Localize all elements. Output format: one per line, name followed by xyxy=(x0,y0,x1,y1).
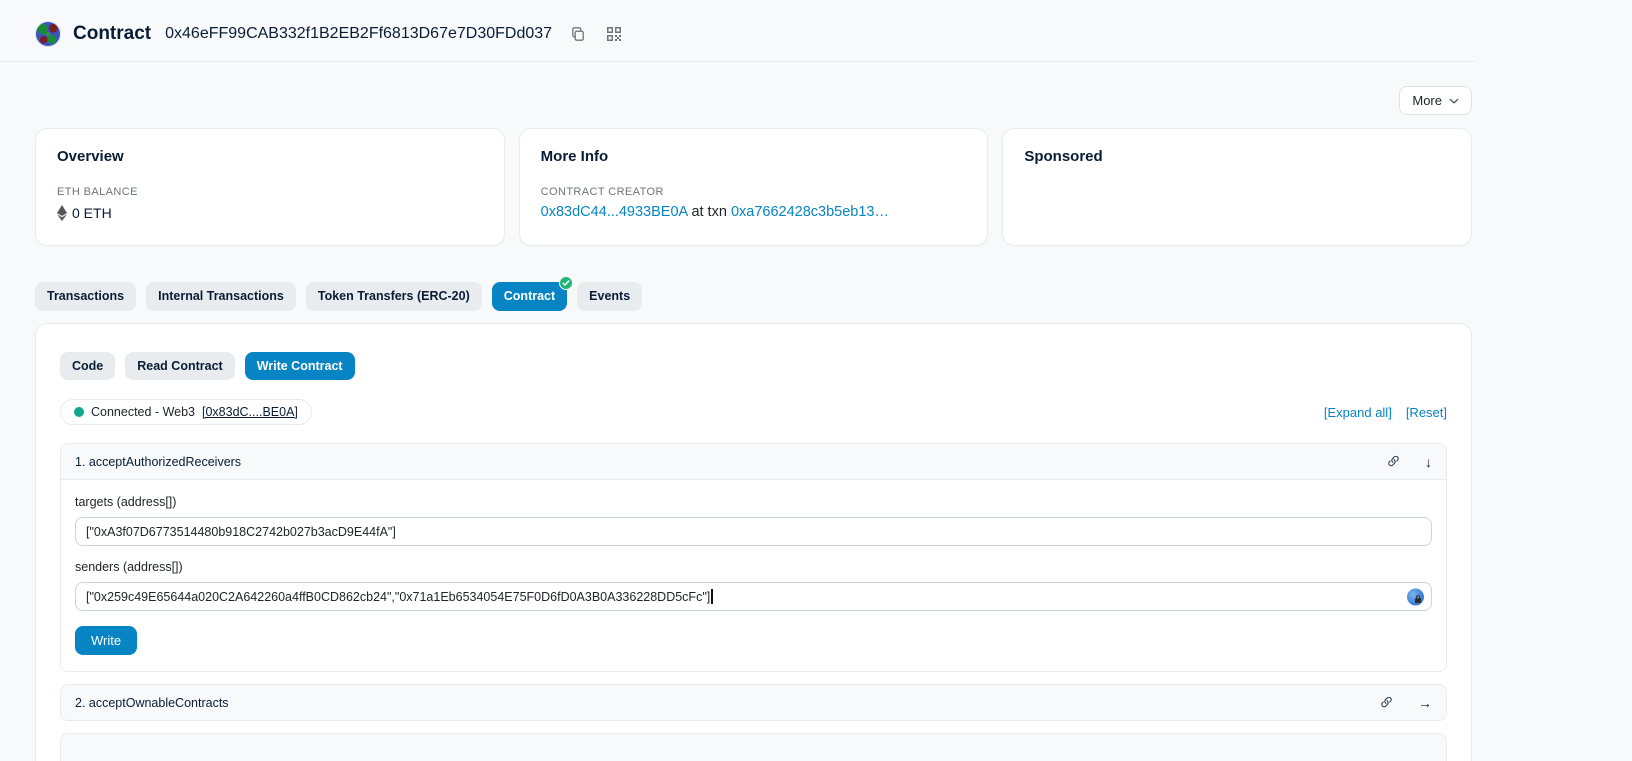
collapse-arrow-icon: ↓ xyxy=(1425,455,1432,469)
subtab-code[interactable]: Code xyxy=(60,352,115,381)
creation-txn-link[interactable]: 0xa7662428c3b5eb13… xyxy=(731,204,889,220)
subtab-write-contract[interactable]: Write Contract xyxy=(245,352,355,381)
contract-creator-label: CONTRACT CREATOR xyxy=(541,186,967,198)
senders-input[interactable]: ["0x259c49E65644a020C2A642260a4ffB0CD862… xyxy=(75,582,1432,611)
connection-row: Connected - Web3 [0x83dC....BE0A] [Expan… xyxy=(60,399,1447,425)
subtab-read-contract[interactable]: Read Contract xyxy=(125,352,234,381)
contract-subtabs: Code Read Contract Write Contract xyxy=(60,352,1447,381)
tab-token-transfers[interactable]: Token Transfers (ERC-20) xyxy=(306,282,482,311)
main-tabs: Transactions Internal Transactions Token… xyxy=(35,282,1472,311)
toolbar-row: More xyxy=(35,86,1472,115)
function-1-header[interactable]: 1. acceptAuthorizedReceivers ↓ xyxy=(61,444,1446,480)
permalink-icon[interactable] xyxy=(1386,454,1401,469)
tab-transactions[interactable]: Transactions xyxy=(35,282,136,311)
function-accordion-2: 2. acceptOwnableContracts → xyxy=(60,684,1447,721)
connection-status-text: Connected - Web3 xyxy=(91,405,195,419)
tab-events[interactable]: Events xyxy=(577,282,642,311)
write-button[interactable]: Write xyxy=(75,626,137,655)
password-manager-extension-icon[interactable] xyxy=(1407,588,1424,605)
tab-contract-label: Contract xyxy=(504,289,555,303)
page-header: Contract 0x46eFF99CAB332f1B2EB2Ff6813D67… xyxy=(0,0,1475,62)
info-cards-row: Overview ETH BALANCE 0 ETH More Info CON… xyxy=(35,128,1472,246)
connected-dot-icon xyxy=(74,407,84,417)
ethereum-icon xyxy=(57,205,67,221)
overview-card-title: Overview xyxy=(57,148,483,165)
sponsored-card-title: Sponsored xyxy=(1024,148,1450,165)
expand-all-link[interactable]: [Expand all] xyxy=(1324,405,1392,420)
overview-card: Overview ETH BALANCE 0 ETH xyxy=(35,128,505,246)
senders-field: senders (address[]) ["0x259c49E65644a020… xyxy=(75,560,1432,611)
targets-field: targets (address[]) xyxy=(75,495,1432,546)
creator-address-link[interactable]: 0x83dC44...4933BE0A xyxy=(541,204,688,220)
reset-link[interactable]: [Reset] xyxy=(1406,405,1447,420)
contract-panel: Code Read Contract Write Contract Connec… xyxy=(35,323,1472,761)
sponsored-card: Sponsored xyxy=(1002,128,1472,246)
more-button-label: More xyxy=(1412,93,1442,108)
senders-field-label: senders (address[]) xyxy=(75,560,1432,574)
qr-code-icon[interactable] xyxy=(606,26,622,42)
connection-status: Connected - Web3 [0x83dC....BE0A] xyxy=(60,399,312,425)
targets-input[interactable] xyxy=(75,517,1432,546)
targets-field-label: targets (address[]) xyxy=(75,495,1432,509)
more-button[interactable]: More xyxy=(1399,86,1472,115)
function-1-body: targets (address[]) senders (address[]) … xyxy=(61,480,1446,671)
eth-balance-label: ETH BALANCE xyxy=(57,186,483,198)
function-1-title: 1. acceptAuthorizedReceivers xyxy=(75,455,241,469)
function-accordion-3-partial[interactable] xyxy=(60,733,1447,761)
more-info-card-title: More Info xyxy=(541,148,967,165)
permalink-icon[interactable] xyxy=(1379,695,1394,710)
text-cursor xyxy=(711,589,713,604)
chevron-down-icon xyxy=(1449,96,1459,106)
connected-address-link[interactable]: [0x83dC....BE0A] xyxy=(202,405,298,419)
function-2-header[interactable]: 2. acceptOwnableContracts → xyxy=(61,685,1446,720)
verified-check-icon xyxy=(559,276,573,290)
function-2-title: 2. acceptOwnableContracts xyxy=(75,696,229,710)
page-title: Contract xyxy=(73,23,151,45)
copy-icon[interactable] xyxy=(570,26,586,42)
contract-avatar xyxy=(35,21,61,47)
creator-connector-text: at txn xyxy=(691,204,726,220)
tab-internal-transactions[interactable]: Internal Transactions xyxy=(146,282,296,311)
contract-page: Contract 0x46eFF99CAB332f1B2EB2Ff6813D67… xyxy=(0,0,1475,761)
function-accordion-1: 1. acceptAuthorizedReceivers ↓ targ xyxy=(60,443,1447,672)
eth-balance-value: 0 ETH xyxy=(72,205,112,221)
contract-address: 0x46eFF99CAB332f1B2EB2Ff6813D67e7D30FDd0… xyxy=(165,25,552,43)
contract-creator-line: 0x83dC44...4933BE0A at txn 0xa7662428c3b… xyxy=(541,204,967,220)
expand-arrow-icon: → xyxy=(1418,696,1432,710)
tab-contract[interactable]: Contract xyxy=(492,282,567,311)
more-info-card: More Info CONTRACT CREATOR 0x83dC44...49… xyxy=(519,128,989,246)
senders-input-value: ["0x259c49E65644a020C2A642260a4ffB0CD862… xyxy=(86,590,710,604)
